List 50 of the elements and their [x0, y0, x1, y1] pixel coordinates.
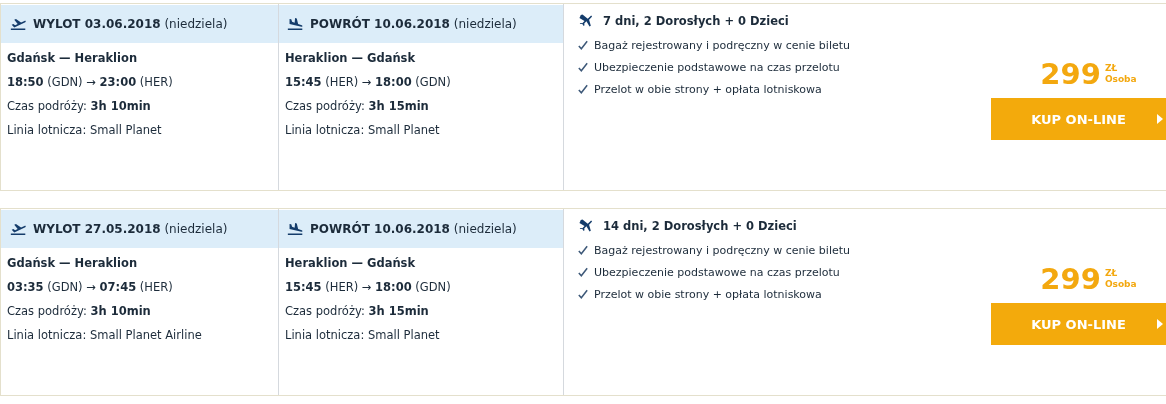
travel-time: Czas podróży: 3h 15min	[285, 304, 430, 318]
buy-online-button[interactable]: KUP ON-LINE	[991, 303, 1166, 345]
check-icon	[578, 40, 588, 51]
check-icon	[578, 84, 588, 95]
flight-times: 18:50 (GDN) → 23:00 (HER)	[7, 75, 174, 89]
plane-landing-icon	[287, 17, 304, 31]
plane-takeoff-icon	[10, 17, 27, 31]
route: Gdańsk — Heraklion	[7, 256, 139, 270]
airline: Linia lotnicza: Small Planet	[285, 123, 441, 137]
check-icon	[578, 267, 588, 278]
feature-text: Ubezpieczenie podstawowe na czas przelotu	[594, 61, 840, 74]
check-icon	[578, 62, 588, 73]
flight-times: 03:35 (GDN) → 07:45 (HER)	[7, 280, 174, 294]
price: 299	[1040, 57, 1101, 91]
airline: Linia lotnicza: Small Planet Airline	[7, 328, 203, 342]
travel-time: Czas podróży: 3h 10min	[7, 304, 152, 318]
route: Gdańsk — Heraklion	[7, 51, 139, 65]
currency: ZŁ	[1104, 63, 1119, 74]
feature-text: Przelot w obie strony + opłata lotniskowa	[594, 83, 822, 96]
travel-time: Czas podróży: 3h 15min	[285, 99, 430, 113]
leg-date: POWRÓT 10.06.2018 (niedziela)	[310, 17, 517, 31]
check-icon	[578, 245, 588, 256]
feature-text: Ubezpieczenie podstawowe na czas przelotu	[594, 266, 840, 279]
caret-icon	[1157, 319, 1163, 329]
travel-time: Czas podróży: 3h 10min	[7, 99, 152, 113]
airline: Linia lotnicza: Small Planet	[285, 328, 441, 342]
route: Heraklion — Gdańsk	[285, 51, 417, 65]
plane-landing-icon	[287, 222, 304, 236]
airplane-icon	[579, 14, 593, 28]
leg-date: POWRÓT 10.06.2018 (niedziela)	[310, 222, 517, 236]
feature-text: Bagaż rejestrowany i podręczny w cenie biletu	[594, 39, 850, 52]
route: Heraklion — Gdańsk	[285, 256, 417, 270]
trip-summary: 7 dni, 2 Dorosłych + 0 Dzieci	[603, 14, 789, 28]
airplane-icon	[579, 219, 593, 233]
buy-online-button[interactable]: KUP ON-LINE	[991, 98, 1166, 140]
leg-date: WYLOT 27.05.2018 (niedziela)	[33, 222, 228, 236]
feature-text: Bagaż rejestrowany i podręczny w cenie biletu	[594, 244, 850, 257]
price: 299	[1040, 262, 1101, 296]
feature-text: Przelot w obie strony + opłata lotniskowa	[594, 288, 822, 301]
flight-times: 15:45 (HER) → 18:00 (GDN)	[285, 75, 452, 89]
check-icon	[578, 289, 588, 300]
plane-takeoff-icon	[10, 222, 27, 236]
currency: ZŁ	[1104, 268, 1119, 279]
airline: Linia lotnicza: Small Planet	[7, 123, 163, 137]
flight-times: 15:45 (HER) → 18:00 (GDN)	[285, 280, 452, 294]
per-person: Osoba	[1104, 74, 1137, 85]
leg-date: WYLOT 03.06.2018 (niedziela)	[33, 17, 228, 31]
per-person: Osoba	[1104, 279, 1137, 290]
caret-icon	[1157, 114, 1163, 124]
trip-summary: 14 dni, 2 Dorosłych + 0 Dzieci	[603, 219, 797, 233]
